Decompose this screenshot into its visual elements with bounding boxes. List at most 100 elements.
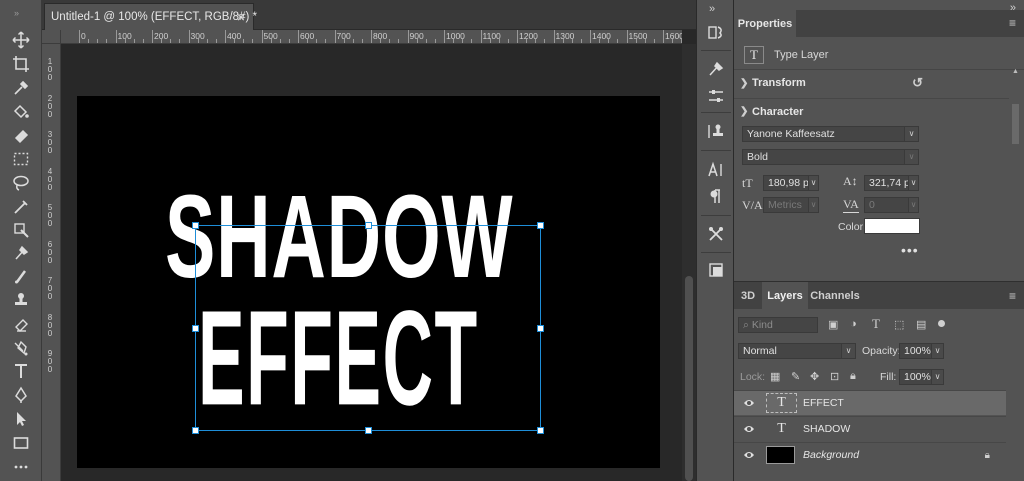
fill-field[interactable]: 100% ∨ — [899, 369, 944, 385]
canvas-scrollbar[interactable] — [682, 44, 696, 481]
text-layer-thumbnail: T — [777, 421, 786, 436]
ruler-origin[interactable] — [42, 30, 61, 44]
opacity-field[interactable]: 100% ∨ — [899, 343, 944, 359]
filter-kind-select[interactable]: ⌕ Kind — [738, 317, 818, 333]
rectangle-icon[interactable] — [9, 432, 33, 454]
transform-section[interactable]: ❯ Transform ↺ — [734, 70, 1009, 96]
gradient-icon[interactable] — [9, 337, 33, 359]
history-icon[interactable] — [704, 21, 728, 43]
scroll-up-icon[interactable]: ▲ — [1011, 68, 1020, 75]
adjust-icon[interactable] — [704, 85, 728, 107]
ruler-tick — [115, 30, 117, 43]
tab-properties[interactable]: Properties — [734, 10, 796, 37]
brush-icon[interactable] — [9, 242, 33, 264]
kerning-field[interactable]: Metrics ∨ — [763, 197, 819, 213]
layer-row-effect[interactable]: T EFFECT — [734, 390, 1006, 415]
type-layer-icon: T — [744, 45, 764, 64]
transform-handle-top-left[interactable] — [192, 222, 199, 229]
transform-handle-left[interactable] — [192, 325, 199, 332]
layer-row-background[interactable]: Background 🔒︎ — [734, 442, 1006, 467]
font-style-select[interactable]: Bold ∨ — [742, 149, 919, 165]
ruler-tick — [124, 39, 126, 43]
canvas-scrollbar-thumb[interactable] — [685, 276, 693, 481]
pen-path-icon[interactable] — [9, 384, 33, 406]
eyedropper-icon[interactable] — [9, 77, 33, 99]
eraser-icon[interactable] — [9, 124, 33, 146]
clone-source-icon[interactable] — [704, 120, 728, 142]
horizontal-ruler[interactable]: 0 100 200 300 400 500 600 700 800 900 1000 1100 1200… — [61, 30, 682, 44]
tab-layers[interactable]: Layers — [762, 282, 808, 311]
crop-icon[interactable] — [9, 53, 33, 75]
blend-mode-select[interactable]: Normal ∨ — [738, 343, 856, 359]
layer-comps-icon[interactable] — [704, 259, 728, 281]
lock-artboard-icon[interactable]: ⊡ — [830, 370, 839, 383]
tab-3d[interactable]: 3D — [734, 282, 762, 310]
font-size-field[interactable]: 180,98 p ∨ — [763, 175, 819, 191]
layer-name[interactable]: EFFECT — [803, 397, 844, 409]
paragraph-icon[interactable] — [704, 185, 728, 207]
transform-handle-bottom-left[interactable] — [192, 427, 199, 434]
adjustment-filter-icon[interactable]: ◑ — [850, 318, 857, 330]
ruler-tick — [252, 39, 254, 43]
text-color-swatch[interactable] — [864, 218, 920, 234]
visibility-eye-icon[interactable] — [743, 423, 755, 435]
layers-menu-icon[interactable]: ≡ — [1009, 289, 1016, 303]
reset-icon[interactable]: ↺ — [912, 75, 923, 91]
visibility-eye-icon[interactable] — [743, 397, 755, 409]
shape-filter-icon[interactable]: ⬚ — [894, 318, 904, 331]
layer-name[interactable]: SHADOW — [803, 423, 850, 435]
history-brush-icon[interactable] — [9, 313, 33, 335]
spot-healing-icon[interactable] — [9, 265, 33, 287]
more-tools-icon[interactable] — [9, 456, 33, 478]
transform-bounding-box[interactable] — [192, 222, 544, 434]
transform-handle-top[interactable] — [365, 222, 372, 229]
smart-object-filter-icon[interactable]: ▤ — [916, 318, 926, 331]
layers-scrollbar[interactable] — [1006, 390, 1024, 481]
document-tab[interactable]: Untitled-1 @ 100% (EFFECT, RGB/8#) * × — [44, 3, 257, 30]
properties-scrollbar-thumb[interactable] — [1012, 104, 1019, 144]
lock-pixels-icon[interactable]: ✎ — [791, 370, 800, 383]
canvas-area[interactable]: SHADOW EFFECT — [61, 44, 682, 481]
character-label: Character — [752, 105, 804, 118]
lock-transparent-icon[interactable]: ▦ — [770, 370, 780, 383]
path-select-icon[interactable] — [9, 408, 33, 430]
character-icon[interactable] — [704, 159, 728, 181]
layer-name[interactable]: Background — [803, 449, 859, 461]
type-filter-icon[interactable]: T — [872, 316, 880, 332]
ruler-tick — [188, 30, 190, 43]
close-icon[interactable]: × — [237, 9, 245, 25]
transform-handle-bottom-right[interactable] — [537, 427, 544, 434]
tracking-field[interactable]: 0 ∨ — [864, 197, 919, 213]
character-section[interactable]: ❯ Character — [734, 98, 1009, 124]
layer-row-shadow[interactable]: T SHADOW — [734, 416, 1006, 441]
image-filter-icon[interactable]: ▣ — [828, 318, 838, 331]
lasso-icon[interactable] — [9, 172, 33, 194]
tool-presets-icon[interactable] — [704, 223, 728, 245]
filter-toggle-icon[interactable] — [938, 320, 945, 327]
ruler-tick — [343, 39, 345, 43]
tab-channels[interactable]: Channels — [808, 282, 862, 310]
vertical-ruler[interactable]: 100 200 300 400 500 600 700 800 900 — [42, 44, 61, 481]
transform-handle-right[interactable] — [537, 325, 544, 332]
leading-field[interactable]: 321,74 p ∨ — [864, 175, 919, 191]
paint-bucket-icon[interactable] — [9, 100, 33, 122]
more-options-icon[interactable]: ••• — [901, 242, 919, 258]
pen-icon[interactable] — [9, 196, 33, 218]
transform-handle-top-right[interactable] — [537, 222, 544, 229]
visibility-eye-icon[interactable] — [743, 449, 755, 461]
lock-all-icon[interactable]: 🔒︎ — [850, 370, 856, 383]
move-icon[interactable] — [9, 29, 33, 51]
type-icon[interactable] — [9, 360, 33, 382]
brushes-icon[interactable] — [704, 58, 728, 80]
ruler-tick — [644, 39, 646, 43]
marquee-icon[interactable] — [9, 148, 33, 170]
transform-handle-bottom[interactable] — [365, 427, 372, 434]
properties-scrollbar[interactable]: ▲ — [1011, 68, 1020, 268]
toolbar-collapse-grip[interactable]: » — [14, 8, 20, 18]
stamp-icon[interactable] — [9, 289, 33, 311]
strip-collapse-icon[interactable]: » — [709, 3, 715, 15]
properties-menu-icon[interactable]: ≡ — [1009, 16, 1016, 30]
lock-position-icon[interactable]: ✥ — [810, 370, 819, 383]
font-family-select[interactable]: Yanone Kaffeesatz ∨ — [742, 126, 919, 142]
quick-select-icon[interactable] — [9, 219, 33, 241]
